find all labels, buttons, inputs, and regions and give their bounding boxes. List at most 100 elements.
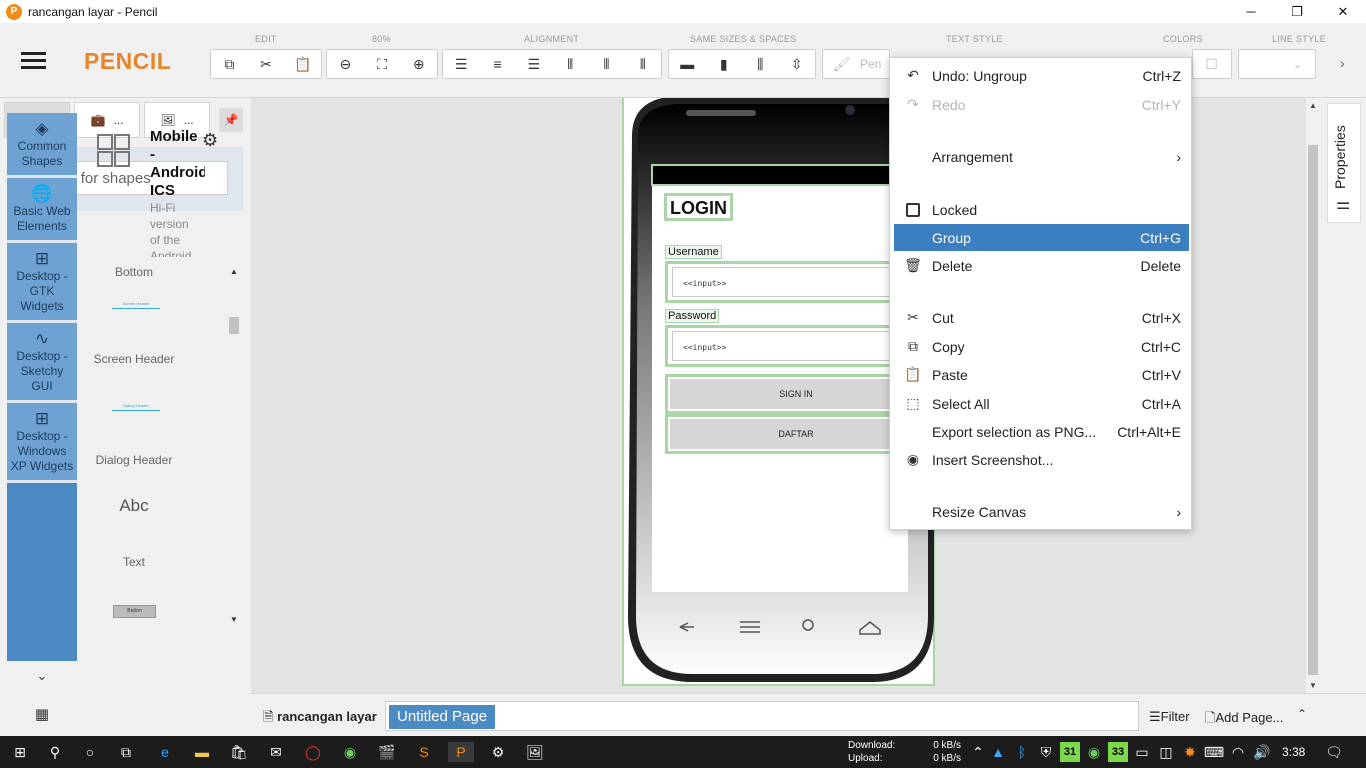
shape-preview-button[interactable]: Button (113, 605, 156, 618)
photos-icon[interactable]: 🖼 (525, 742, 545, 762)
shape-screen-header[interactable]: Screen Header (90, 353, 178, 366)
tray-badge-31[interactable]: 31 (1060, 742, 1080, 762)
signin-button[interactable]: SIGN IN (670, 379, 922, 409)
scroll-up-icon[interactable]: ▲ (227, 267, 241, 276)
menu-item-paste[interactable]: 📋 Paste Ctrl+V (894, 361, 1189, 388)
font-family-select[interactable]: Pen (860, 57, 881, 71)
menu-item-select-all[interactable]: ⬚ Select All Ctrl+A (894, 390, 1189, 417)
category-desktop-sketchy[interactable]: ∿ Desktop - Sketchy GUI (7, 323, 77, 403)
settings-gear-icon[interactable]: ⚙ (488, 742, 508, 762)
search-icon[interactable]: ⚲ (45, 742, 65, 762)
category-desktop-gtk[interactable]: ⊞ Desktop - GTK Widgets (7, 243, 77, 323)
shape-bottom[interactable]: Bottom (90, 265, 178, 279)
tray-chevron-up-icon[interactable]: ⌃ (968, 742, 988, 762)
wifi-icon[interactable]: ◠ (1228, 742, 1248, 762)
zoom-in-button[interactable]: ⊕ (400, 50, 437, 78)
file-explorer-icon[interactable]: ▬ (192, 742, 212, 762)
taskbar-clock[interactable]: 3:38 (1282, 745, 1305, 759)
video-editor-icon[interactable]: 🎬 (377, 742, 397, 762)
menu-item-group[interactable]: Group Ctrl+G (894, 224, 1189, 251)
menu-item-export-png[interactable]: Export selection as PNG... Ctrl+Alt+E (894, 418, 1189, 445)
filter-button[interactable]: ☰Filter (1149, 709, 1190, 725)
password-input[interactable]: <<input>> (672, 331, 922, 361)
password-input-box[interactable]: <<input>> (665, 325, 925, 367)
space-horizontal-button[interactable]: ⫼ (742, 50, 779, 78)
page-tab-untitled[interactable]: Untitled Page (389, 705, 496, 729)
shape-text[interactable]: Text (90, 555, 178, 569)
menu-item-cut[interactable]: ✂ Cut Ctrl+X (894, 304, 1189, 331)
hamburger-menu-icon[interactable] (21, 52, 46, 70)
canvas-vertical-scrollbar[interactable]: ▲ ▼ (1306, 98, 1320, 693)
defender-shield-icon[interactable]: ⛨ (1036, 742, 1056, 762)
scroll-down-icon[interactable]: ▼ (1306, 681, 1320, 690)
zoom-fit-button[interactable]: ⛶ (364, 50, 401, 78)
close-button[interactable]: ✕ (1320, 0, 1366, 23)
pencil-taskbar-icon[interactable]: P (448, 742, 474, 762)
menu-item-undo[interactable]: ↶ Undo: Ungroup Ctrl+Z (894, 62, 1189, 89)
same-height-button[interactable]: ▮ (706, 50, 743, 78)
signin-button-frame[interactable]: SIGN IN (665, 374, 925, 414)
username-input-box[interactable]: <<input>> (665, 261, 925, 303)
shape-preview-dialog-header[interactable]: Dialog Header (112, 403, 160, 411)
tray-keyboard-icon[interactable]: ⌨ (1204, 742, 1224, 762)
space-vertical-button[interactable]: ⇳ (779, 50, 816, 78)
menu-item-copy[interactable]: ⧉ Copy Ctrl+C (894, 333, 1189, 360)
android-status-bar[interactable]: ▮▮ 12 (651, 164, 909, 186)
category-scroll-down-icon[interactable]: ⌄ (7, 668, 77, 684)
document-name[interactable]: 🗎 rancangan layar (263, 708, 377, 730)
add-page-button[interactable]: 🗋Add Page... (1205, 709, 1283, 731)
gear-icon[interactable]: ⚙ (202, 130, 218, 151)
paste-tool-button[interactable]: 📋 (284, 50, 321, 78)
copy-tool-button[interactable]: ⧉ (211, 50, 248, 78)
shape-dialog-header[interactable]: Dialog Header (90, 454, 178, 467)
same-width-button[interactable]: ▬ (669, 50, 706, 78)
shape-preview-text[interactable]: Abc (90, 496, 178, 516)
menu-item-locked[interactable]: Locked (894, 196, 1189, 223)
tray-monitor-icon[interactable]: ▭ (1132, 742, 1152, 762)
sublime-text-icon[interactable]: S (414, 742, 434, 762)
scroll-up-icon[interactable]: ▲ (1306, 101, 1320, 110)
username-input[interactable]: <<input>> (672, 267, 922, 297)
grid-view-icon[interactable]: ▦ (7, 705, 77, 723)
menu-item-arrangement[interactable]: Arrangement › (894, 143, 1189, 170)
notifications-icon[interactable]: 🗨 (1324, 742, 1344, 762)
scrollbar-thumb[interactable] (229, 317, 239, 334)
windows-start-icon[interactable]: ⊞ (10, 742, 30, 762)
align-bottom-button[interactable]: ⦀ (625, 50, 661, 78)
opera-browser-icon[interactable]: ◯ (303, 742, 323, 762)
menu-item-redo[interactable]: ↷ Redo Ctrl+Y (894, 91, 1189, 118)
scroll-down-icon[interactable]: ▼ (227, 615, 241, 624)
align-left-button[interactable]: ☰ (443, 50, 479, 78)
password-label[interactable]: Password (665, 309, 720, 323)
shape-preview-screen-header[interactable]: Screen Header (112, 301, 160, 309)
format-painter-button[interactable]: 🖌 (823, 50, 860, 78)
chevron-down-icon[interactable]: ⌄ (1293, 58, 1302, 71)
tray-window-icon[interactable]: ◫ (1156, 742, 1176, 762)
mail-icon[interactable]: ✉ (266, 742, 286, 762)
edge-browser-icon[interactable]: e (155, 742, 175, 762)
maximize-button[interactable]: ❐ (1274, 0, 1320, 23)
properties-tab[interactable]: Properties ⚌ (1327, 103, 1361, 223)
daftar-button-frame[interactable]: DAFTAR (665, 414, 925, 454)
tray-drive-icon[interactable]: ▲ (988, 742, 1008, 762)
zoom-out-button[interactable]: ⊖ (327, 50, 364, 78)
menu-item-insert-screenshot[interactable]: ◉ Insert Screenshot... (894, 446, 1189, 473)
daftar-button[interactable]: DAFTAR (670, 419, 922, 449)
cortana-icon[interactable]: ○ (80, 742, 100, 762)
category-basic-web-elements[interactable]: 🌐 Basic Web Elements (7, 178, 77, 243)
menu-item-delete[interactable]: 🗑 Delete Delete (894, 252, 1189, 279)
align-center-button[interactable]: ≡ (479, 50, 515, 78)
menu-item-resize-canvas[interactable]: Resize Canvas › (894, 498, 1189, 525)
tray-chrome-icon[interactable]: ◉ (1084, 742, 1104, 762)
align-top-button[interactable]: ⦀ (552, 50, 588, 78)
chrome-icon[interactable]: ◉ (340, 742, 360, 762)
stroke-color-button[interactable]: ☐ (1193, 50, 1230, 78)
minimize-button[interactable]: ─ (1228, 0, 1274, 23)
chevron-up-icon[interactable]: ⌃ (1297, 707, 1307, 721)
category-common-shapes[interactable]: ◈ Common Shapes (7, 113, 77, 178)
task-view-icon[interactable]: ⧉ (116, 742, 136, 762)
tray-app-icon[interactable]: ✸ (1180, 742, 1200, 762)
bluetooth-icon[interactable]: ᛒ (1012, 742, 1032, 762)
scrollbar-thumb[interactable] (1308, 145, 1318, 675)
tray-badge-33[interactable]: 33 (1108, 742, 1128, 762)
